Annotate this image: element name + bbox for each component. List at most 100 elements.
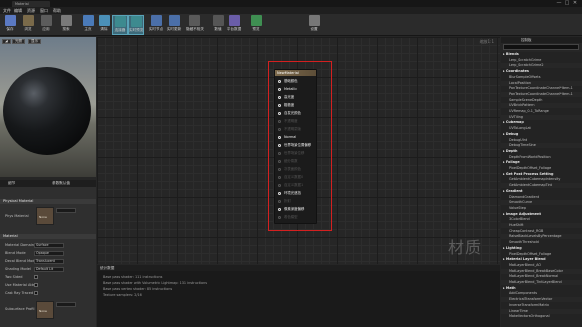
node-input-pin[interactable]: 不透明蒙版 xyxy=(278,127,318,133)
toolbar-button-live-update[interactable]: 实时更新 xyxy=(166,15,182,35)
toolbar-button-connectors[interactable]: 连接器 xyxy=(112,15,128,35)
palette-category[interactable]: ▸ Coordinates xyxy=(501,69,582,74)
material-section[interactable]: Material xyxy=(0,234,96,239)
node-input-pin[interactable]: 高光度 xyxy=(278,95,318,101)
palette-item[interactable]: SmoothCurve xyxy=(501,200,582,206)
palette-item[interactable]: MatLayerBlend_TintLayerBlend xyxy=(501,280,582,285)
pin-connector-icon[interactable] xyxy=(278,160,281,163)
subsurface-dropdown[interactable] xyxy=(56,302,76,307)
palette-category[interactable]: ▸ Depth xyxy=(501,149,582,154)
phys-material-thumbnail[interactable]: None xyxy=(36,207,54,225)
pin-connector-icon[interactable] xyxy=(278,96,281,99)
node-input-pin[interactable]: 像素深度偏移 xyxy=(278,207,318,213)
palette-item[interactable]: DebugUInt xyxy=(501,138,582,143)
palette-item[interactable]: RaiseBlackLevelsByPercentage xyxy=(501,234,582,240)
node-input-pin[interactable]: 世界场景位移 xyxy=(278,151,318,157)
node-input-pin[interactable]: Metallic xyxy=(278,87,318,93)
pin-connector-icon[interactable] xyxy=(278,136,281,139)
toolbar-button-browse[interactable]: 浏览 xyxy=(20,15,36,35)
palette-item[interactable]: CheapContrast_RGB xyxy=(501,229,582,234)
tab-parameter-defaults[interactable]: 参数默认值 xyxy=(52,181,70,186)
lit-mode-button[interactable]: 光照 xyxy=(12,39,25,44)
node-input-pin[interactable]: 环境光遮挡 xyxy=(278,191,318,197)
palette-search-input[interactable] xyxy=(503,44,579,50)
toolbar-button-stats[interactable]: 数值 xyxy=(210,15,226,35)
palette-item[interactable]: MatLayerBlend_BreakBaseColor xyxy=(501,268,582,274)
palette-item[interactable]: UVToLongLat xyxy=(501,126,582,131)
palette-item[interactable]: PixelDepthOffset_Foliage xyxy=(501,166,582,171)
node-input-pin[interactable]: 自定义数据1 xyxy=(278,183,318,189)
phys-material-dropdown[interactable] xyxy=(56,208,76,213)
pin-connector-icon[interactable] xyxy=(278,112,281,115)
toolbar-button-apply[interactable]: 应用 xyxy=(38,15,54,35)
physical-material-section[interactable]: Physical Material xyxy=(0,199,96,204)
property-dropdown[interactable]: Opaque xyxy=(34,251,64,256)
minimize-icon[interactable]: — xyxy=(556,1,562,6)
tab-palette[interactable]: 控制板 xyxy=(521,38,532,43)
toolbar-button-live-nodes[interactable]: 实时节点 xyxy=(148,15,164,35)
palette-item[interactable]: UVTiling xyxy=(501,114,582,120)
toolbar-button-hide-unrelated[interactable]: 隐藏不相关 xyxy=(186,15,204,35)
palette-category[interactable]: ▸ Get Post Process Setting xyxy=(501,172,582,177)
property-dropdown[interactable]: Translucent xyxy=(34,259,64,264)
pin-connector-icon[interactable] xyxy=(278,168,281,171)
palette-item[interactable]: PanTextureCoordinateChannel*Item-1 xyxy=(501,86,582,91)
maximize-icon[interactable]: □ xyxy=(564,1,570,6)
palette-category[interactable]: ▸ Gradient xyxy=(501,189,582,194)
viewport-menu-button[interactable]: ◢ xyxy=(2,39,11,44)
pin-connector-icon[interactable] xyxy=(278,104,281,107)
palette-item[interactable]: AddComponents xyxy=(501,291,582,296)
toolbar-button-clean[interactable]: 清除 xyxy=(96,15,112,35)
palette-item[interactable]: PixelDepthOffset_Foliage xyxy=(501,252,582,257)
palette-item[interactable]: InverseTransformMatrix xyxy=(501,303,582,308)
palette-category[interactable]: ▸ Blends xyxy=(501,52,582,57)
pin-connector-icon[interactable] xyxy=(278,128,281,131)
palette-item[interactable]: BlurSampleOffsets xyxy=(501,75,582,80)
node-input-pin[interactable]: 基础颜色 xyxy=(278,79,318,85)
node-input-pin[interactable]: 折射 xyxy=(278,199,318,205)
palette-category[interactable]: ▸ Material Layer Blend xyxy=(501,257,582,262)
pin-connector-icon[interactable] xyxy=(278,152,281,155)
palette-category[interactable]: ▸ Foliage xyxy=(501,160,582,165)
palette-item[interactable]: LocalPosition xyxy=(501,80,582,86)
toolbar-button-settings[interactable]: 设置 xyxy=(306,15,322,35)
palette-item[interactable]: PanTextureCoordinateChannel*Item-1 xyxy=(501,91,582,97)
node-input-pin[interactable]: 细分乘数 xyxy=(278,159,318,165)
toolbar-button-save[interactable]: 保存 xyxy=(2,15,18,35)
pin-connector-icon[interactable] xyxy=(278,208,281,211)
pin-connector-icon[interactable] xyxy=(278,200,281,203)
toolbar-button-preview[interactable]: 预览 xyxy=(248,15,264,35)
palette-item[interactable]: Lerp_ScratchGrime2 xyxy=(501,63,582,69)
pin-connector-icon[interactable] xyxy=(278,216,281,219)
pin-connector-icon[interactable] xyxy=(278,176,281,179)
node-input-pin[interactable]: 不透明度 xyxy=(278,119,318,125)
close-icon[interactable]: ✕ xyxy=(572,1,578,6)
tab-details[interactable]: 细节 xyxy=(8,181,15,186)
palette-category[interactable]: ▸ Image Adjustment xyxy=(501,212,582,217)
palette-item[interactable]: MakeVectorsOrthogonal xyxy=(501,314,582,319)
show-button[interactable]: 显示 xyxy=(28,39,41,44)
palette-item[interactable]: SmoothThreshold xyxy=(501,240,582,245)
property-dropdown[interactable]: Surface xyxy=(34,243,64,248)
palette-item[interactable]: DiamondGradient xyxy=(501,195,582,200)
palette-item[interactable]: DepthFromWorldPosition xyxy=(501,155,582,160)
palette-item[interactable]: DebugTimeSine xyxy=(501,143,582,149)
palette-item[interactable]: UVRemap_0-1_ToRange xyxy=(501,109,582,114)
palette-item[interactable]: HueShift xyxy=(501,223,582,228)
property-checkbox[interactable] xyxy=(34,283,38,287)
material-preview-viewport[interactable]: ◢ 光照 显示 xyxy=(0,37,96,177)
pin-connector-icon[interactable] xyxy=(278,144,281,147)
pin-connector-icon[interactable] xyxy=(278,88,281,91)
pin-connector-icon[interactable] xyxy=(278,80,281,83)
palette-item[interactable]: UVBrickPattern xyxy=(501,103,582,109)
material-output-node[interactable]: NewMaterial 基础颜色 Metallic 高光度 粗糙度 自发光颜色 不透明度不… xyxy=(274,69,317,224)
toolbar-button-search[interactable]: 搜索 xyxy=(58,15,74,35)
pin-connector-icon[interactable] xyxy=(278,120,281,123)
subsurface-thumbnail[interactable]: None xyxy=(36,301,54,319)
property-dropdown[interactable]: Default Lit xyxy=(34,267,64,272)
palette-item[interactable]: ElectricalTransformVector xyxy=(501,297,582,303)
palette-item[interactable]: GetAmbientCubemapTint xyxy=(501,183,582,189)
palette-category[interactable]: ▸ Lighting xyxy=(501,246,582,251)
palette-item[interactable]: MatLayerBlend_AO xyxy=(501,263,582,268)
node-input-pin[interactable]: 世界场景位置偏移 xyxy=(278,143,318,149)
